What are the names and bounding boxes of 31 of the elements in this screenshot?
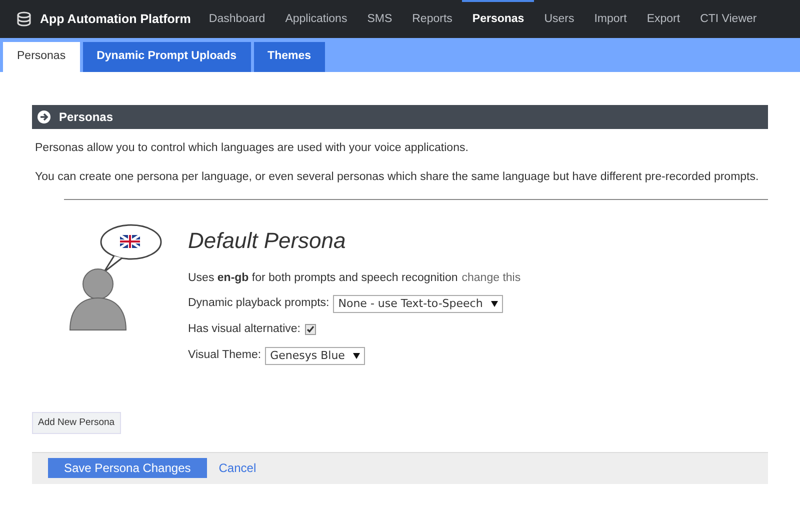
nav-link[interactable]: Applications bbox=[275, 0, 358, 38]
intro-text: You can create one persona per language, or even several personas which share the same language but have different pre-recorded prompts. bbox=[35, 170, 760, 186]
nav-link[interactable]: SMS bbox=[357, 0, 402, 38]
nav-link[interactable]: Reports bbox=[402, 0, 462, 38]
tab[interactable]: Personas bbox=[3, 42, 80, 72]
section-title: Personas bbox=[59, 109, 114, 126]
tab[interactable]: Dynamic Prompt Uploads bbox=[82, 42, 251, 72]
cancel-link[interactable]: Cancel bbox=[218, 459, 256, 478]
app-title: App Automation Platform bbox=[40, 10, 191, 28]
nav-link[interactable]: Import bbox=[584, 0, 637, 38]
checkbox[interactable] bbox=[304, 324, 316, 336]
change-link[interactable]: change this bbox=[462, 270, 521, 287]
nav-link[interactable]: Dashboard bbox=[198, 0, 276, 38]
nav-link[interactable]: Export bbox=[636, 0, 690, 38]
arrow-right-icon bbox=[37, 110, 51, 124]
field-label: Dynamic playback prompts: bbox=[188, 296, 330, 312]
database-icon bbox=[16, 11, 32, 27]
language-text: Uses en-gb for both prompts and speech recognition bbox=[188, 270, 458, 286]
nav-link[interactable]: CTI Viewer bbox=[690, 0, 767, 38]
save-button[interactable]: Save Persona Changes bbox=[48, 458, 207, 478]
caret-icon bbox=[352, 352, 360, 359]
select-field[interactable]: Genesys Blue bbox=[265, 346, 365, 365]
field-label: Visual Theme: bbox=[188, 348, 262, 364]
intro-text: Personas allow you to control which languages are used with your voice applications. bbox=[35, 141, 470, 156]
select-field[interactable]: None - use Text-to-Speech bbox=[333, 294, 503, 313]
persona-name: Default Persona bbox=[188, 226, 347, 254]
field-label: Has visual alternative: bbox=[188, 322, 300, 338]
add-persona-button[interactable]: Add New Persona bbox=[32, 412, 121, 434]
nav-link[interactable]: Users bbox=[534, 0, 584, 38]
tab[interactable]: Themes bbox=[254, 42, 326, 72]
caret-icon bbox=[490, 300, 498, 307]
